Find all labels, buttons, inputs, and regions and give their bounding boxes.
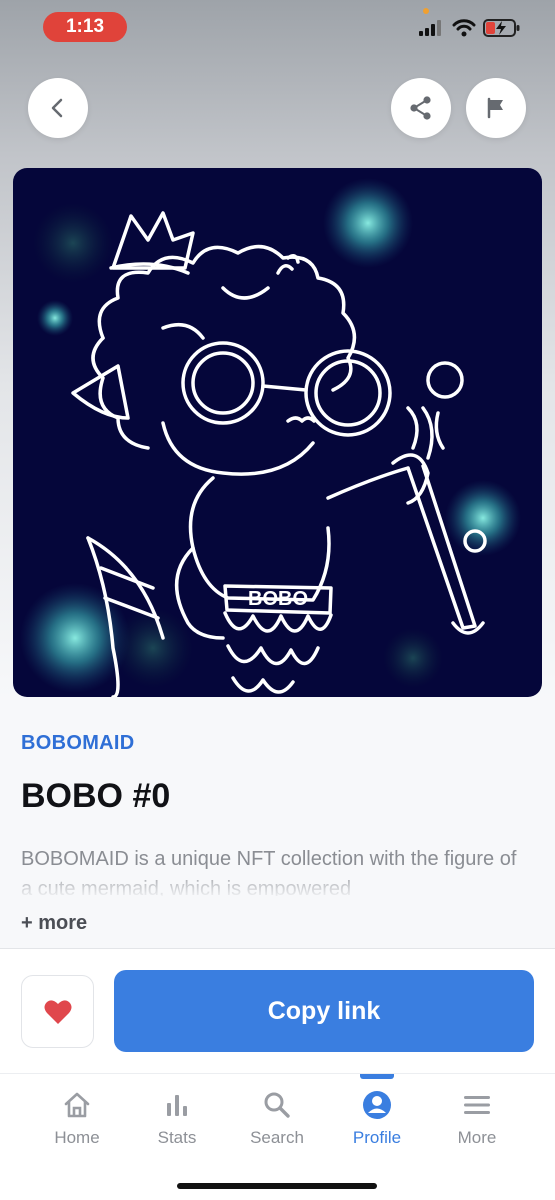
- home-icon: [64, 1092, 90, 1118]
- home-indicator: [177, 1183, 377, 1189]
- search-icon: [264, 1092, 290, 1118]
- stats-icon: [167, 1095, 187, 1116]
- nav-label: More: [457, 1128, 497, 1147]
- back-button[interactable]: [28, 78, 88, 138]
- status-time: 1:13: [43, 12, 127, 42]
- status-bar: 1:13: [0, 0, 555, 54]
- action-bar: Copy link: [0, 949, 555, 1073]
- menu-icon: [464, 1096, 490, 1114]
- item-details: BOBOMAID BOBO #0 BOBOMAID is a unique NF…: [0, 697, 555, 949]
- profile-icon: [363, 1091, 391, 1119]
- mermaid-illustration: BOBO: [20, 178, 521, 697]
- share-button[interactable]: [391, 78, 451, 138]
- nft-artwork: BOBO: [13, 168, 542, 697]
- nav-search[interactable]: Search: [232, 1090, 322, 1148]
- favorite-button[interactable]: [21, 975, 94, 1048]
- copy-link-button[interactable]: Copy link: [114, 970, 534, 1052]
- report-button[interactable]: [466, 78, 526, 138]
- nav-label: Profile: [352, 1128, 402, 1147]
- privacy-indicator: [423, 8, 429, 14]
- nav-label: Stats: [157, 1128, 197, 1147]
- artwork-badge-text: BOBO: [248, 588, 308, 610]
- collection-link[interactable]: BOBOMAID: [21, 732, 135, 755]
- flag-icon: [487, 97, 503, 119]
- nav-more[interactable]: More: [432, 1090, 522, 1148]
- nav-home[interactable]: Home: [32, 1090, 122, 1148]
- nav-profile[interactable]: Profile: [332, 1090, 422, 1148]
- nav-stats[interactable]: Stats: [132, 1090, 222, 1148]
- share-icon: [410, 96, 431, 120]
- more-button[interactable]: + more: [21, 912, 87, 935]
- battery-icon: [483, 19, 520, 37]
- active-tab-indicator: [360, 1074, 394, 1079]
- wifi-icon: [452, 19, 476, 37]
- nav-label: Search: [250, 1128, 304, 1147]
- item-title: BOBO #0: [21, 777, 171, 815]
- heart-icon: [44, 999, 71, 1024]
- description-fade: [0, 867, 555, 903]
- signal-icon: [419, 20, 441, 36]
- nav-label: Home: [54, 1128, 100, 1147]
- chevron-left-icon: [51, 98, 63, 118]
- bottom-nav: Home Stats Search Profile More: [0, 1073, 555, 1200]
